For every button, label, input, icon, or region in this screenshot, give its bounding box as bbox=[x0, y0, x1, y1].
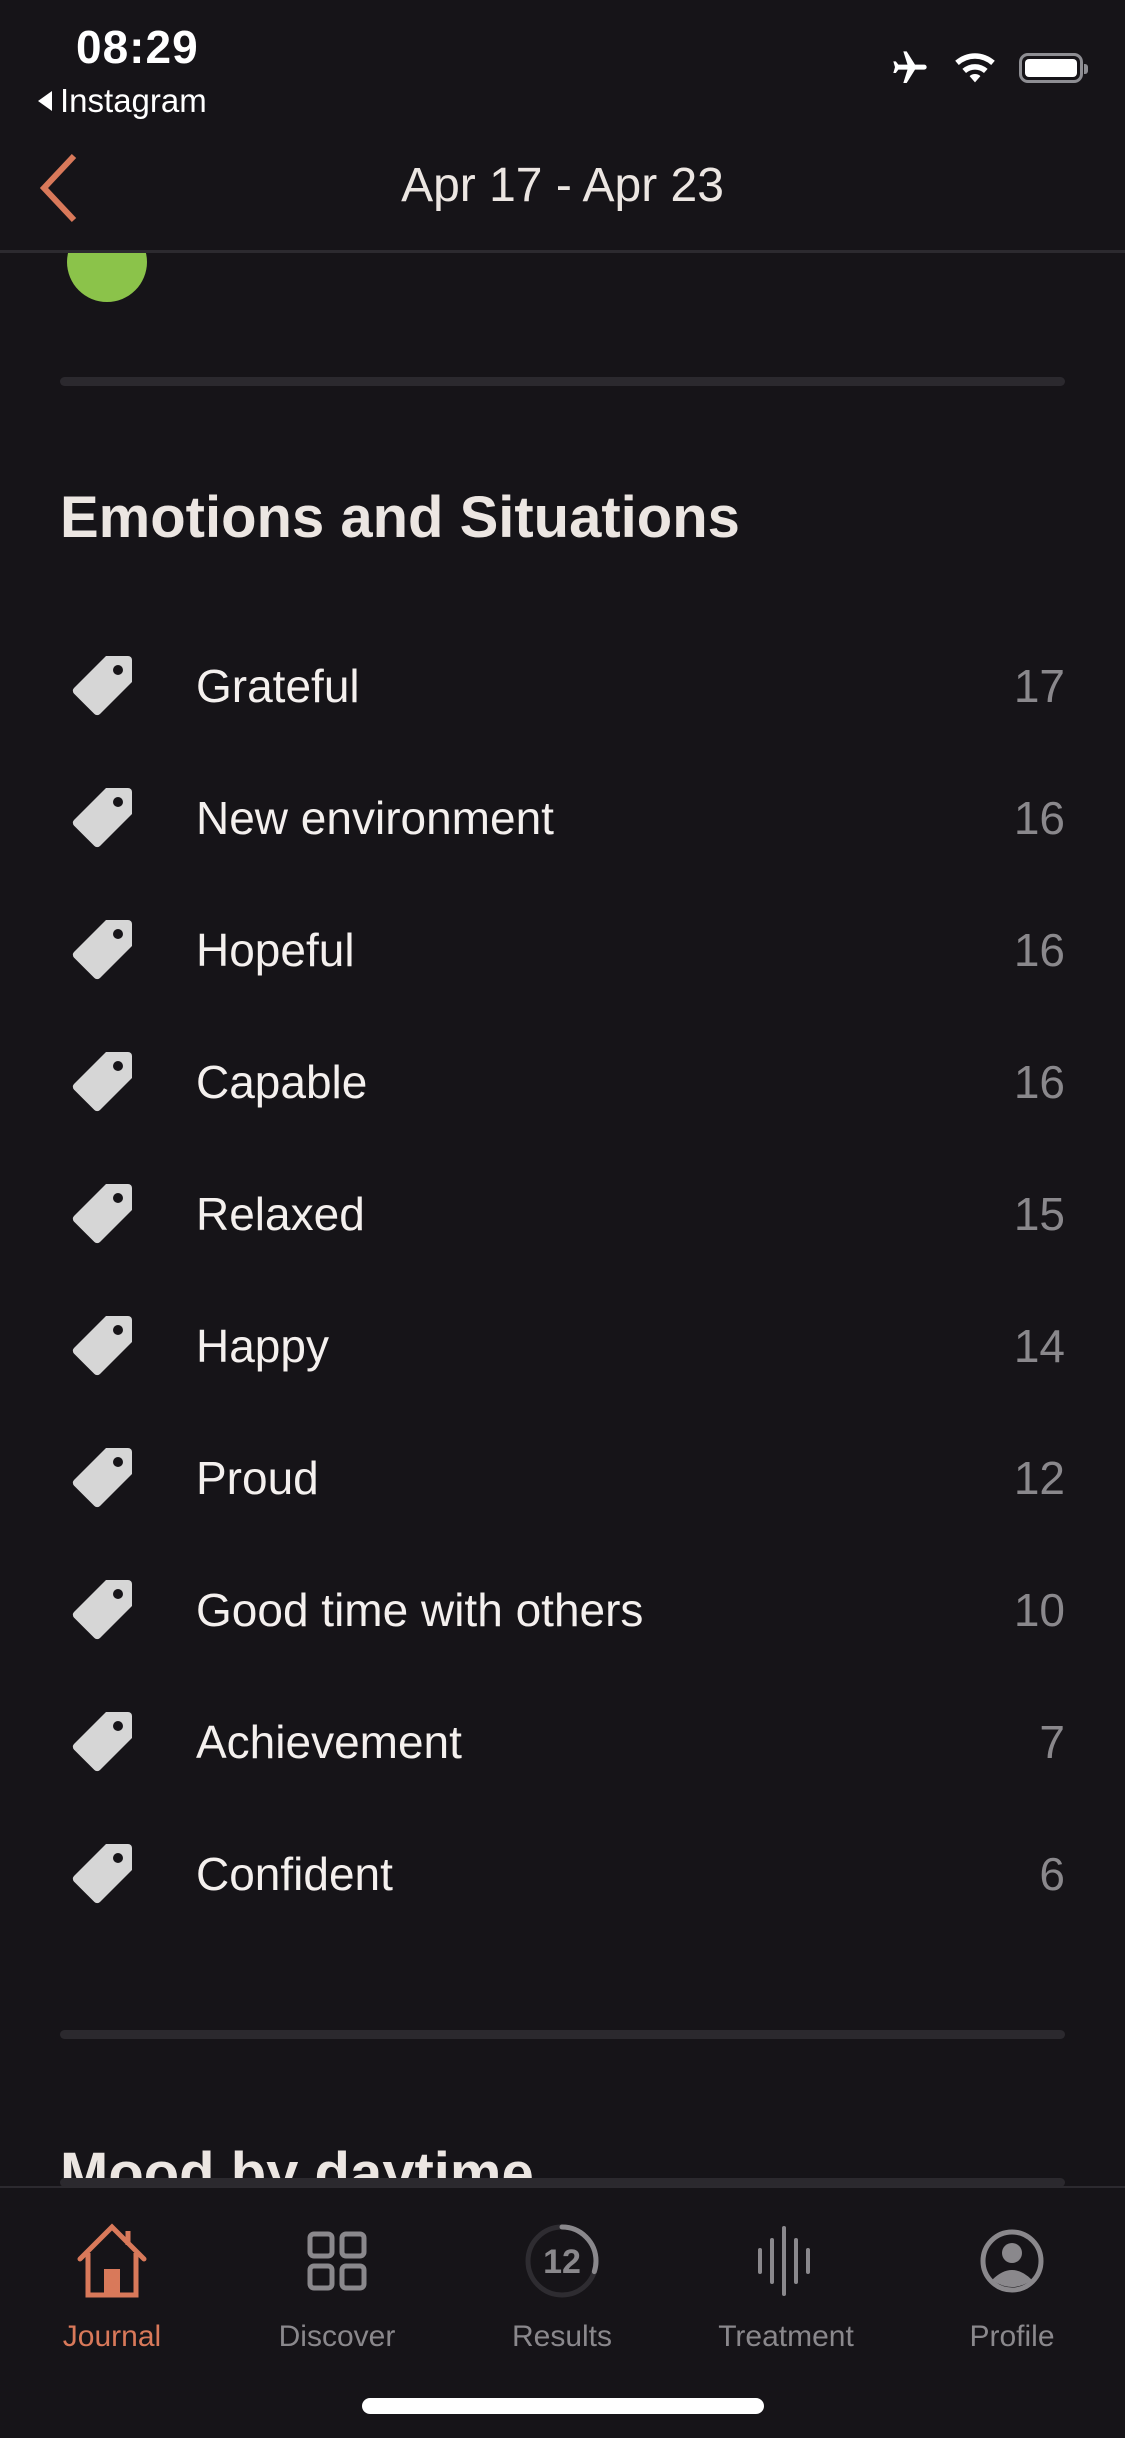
item-count: 15 bbox=[1013, 1188, 1065, 1240]
tag-icon bbox=[72, 788, 132, 848]
item-count: 14 bbox=[1013, 1320, 1065, 1372]
item-count: 12 bbox=[1013, 1452, 1065, 1504]
status-bar: 08:29 Instagram bbox=[0, 0, 1125, 130]
tab-profile[interactable]: Profile bbox=[922, 2216, 1102, 2354]
battery-icon bbox=[1019, 53, 1088, 83]
tag-icon bbox=[72, 1184, 132, 1244]
airplane-icon bbox=[893, 51, 927, 83]
tag-icon bbox=[72, 920, 132, 980]
item-count: 16 bbox=[1013, 1056, 1065, 1108]
tab-discover[interactable]: Discover bbox=[247, 2216, 427, 2354]
section-divider bbox=[60, 377, 1065, 386]
tab-label: Discover bbox=[278, 2320, 396, 2353]
list-item[interactable]: Grateful 17 bbox=[60, 620, 1065, 752]
item-label: Achievement bbox=[196, 1716, 462, 1768]
tag-icon bbox=[72, 1316, 132, 1376]
section-divider bbox=[60, 2178, 1065, 2186]
item-count: 16 bbox=[1013, 924, 1065, 976]
tag-icon bbox=[72, 1580, 132, 1640]
list-item[interactable]: Capable 16 bbox=[60, 1016, 1065, 1148]
home-icon bbox=[77, 2223, 147, 2298]
nav-bar: Apr 17 - Apr 23 bbox=[0, 130, 1125, 253]
tab-label: Treatment bbox=[718, 2320, 854, 2353]
list-item[interactable]: Hopeful 16 bbox=[60, 884, 1065, 1016]
item-count: 10 bbox=[1013, 1584, 1065, 1636]
list-item[interactable]: Proud 12 bbox=[60, 1412, 1065, 1544]
wifi-icon bbox=[955, 53, 995, 83]
item-count: 7 bbox=[1039, 1716, 1065, 1768]
tab-label: Profile bbox=[969, 2320, 1055, 2353]
list-item[interactable]: Relaxed 15 bbox=[60, 1148, 1065, 1280]
list-item[interactable]: Good time with others 10 bbox=[60, 1544, 1065, 1676]
back-triangle-icon bbox=[38, 91, 52, 111]
tab-label: Results bbox=[511, 2320, 613, 2353]
tab-results[interactable]: 12 Results bbox=[472, 2216, 652, 2354]
tag-icon bbox=[72, 1052, 132, 1112]
results-badge: 12 bbox=[543, 2243, 581, 2281]
profile-icon bbox=[980, 2229, 1044, 2293]
back-app-label: Instagram bbox=[60, 82, 207, 119]
list-item[interactable]: Happy 14 bbox=[60, 1280, 1065, 1412]
status-icons bbox=[889, 48, 1088, 88]
page-title: Apr 17 - Apr 23 bbox=[401, 159, 724, 212]
item-label: New environment bbox=[196, 792, 554, 844]
list-item[interactable]: Achievement 7 bbox=[60, 1676, 1065, 1808]
status-time: 08:29 bbox=[76, 21, 199, 73]
list-item[interactable]: New environment 16 bbox=[60, 752, 1065, 884]
tag-icon bbox=[72, 1448, 132, 1508]
item-label: Confident bbox=[196, 1848, 393, 1900]
results-ring-icon: 12 bbox=[525, 2224, 599, 2298]
tab-treatment[interactable]: Treatment bbox=[696, 2216, 876, 2354]
section-divider bbox=[60, 2030, 1065, 2039]
item-label: Capable bbox=[196, 1056, 368, 1108]
tag-icon bbox=[72, 1712, 132, 1772]
item-label: Relaxed bbox=[196, 1188, 365, 1240]
item-count: 16 bbox=[1013, 792, 1065, 844]
item-count: 6 bbox=[1039, 1848, 1065, 1900]
home-indicator[interactable] bbox=[362, 2398, 764, 2414]
item-label: Grateful bbox=[196, 660, 360, 712]
item-label: Proud bbox=[196, 1452, 319, 1504]
item-label: Happy bbox=[196, 1320, 329, 1372]
tag-icon bbox=[72, 1844, 132, 1904]
emotions-list: Grateful 17 New environment 16 Hopeful 1… bbox=[60, 620, 1065, 1940]
list-item[interactable]: Confident 6 bbox=[60, 1808, 1065, 1940]
item-count: 17 bbox=[1013, 660, 1065, 712]
tab-label: Journal bbox=[62, 2320, 162, 2353]
tab-journal[interactable]: Journal bbox=[22, 2216, 202, 2354]
tag-icon bbox=[72, 656, 132, 716]
soundwave-icon bbox=[758, 2226, 810, 2296]
back-to-app-link[interactable]: Instagram bbox=[38, 82, 207, 120]
item-label: Good time with others bbox=[196, 1584, 644, 1636]
grid-icon bbox=[307, 2231, 367, 2291]
emotions-section-title: Emotions and Situations bbox=[60, 485, 740, 550]
next-section-peek: Mood by daytime bbox=[0, 2100, 1125, 2186]
item-label: Hopeful bbox=[196, 924, 355, 976]
